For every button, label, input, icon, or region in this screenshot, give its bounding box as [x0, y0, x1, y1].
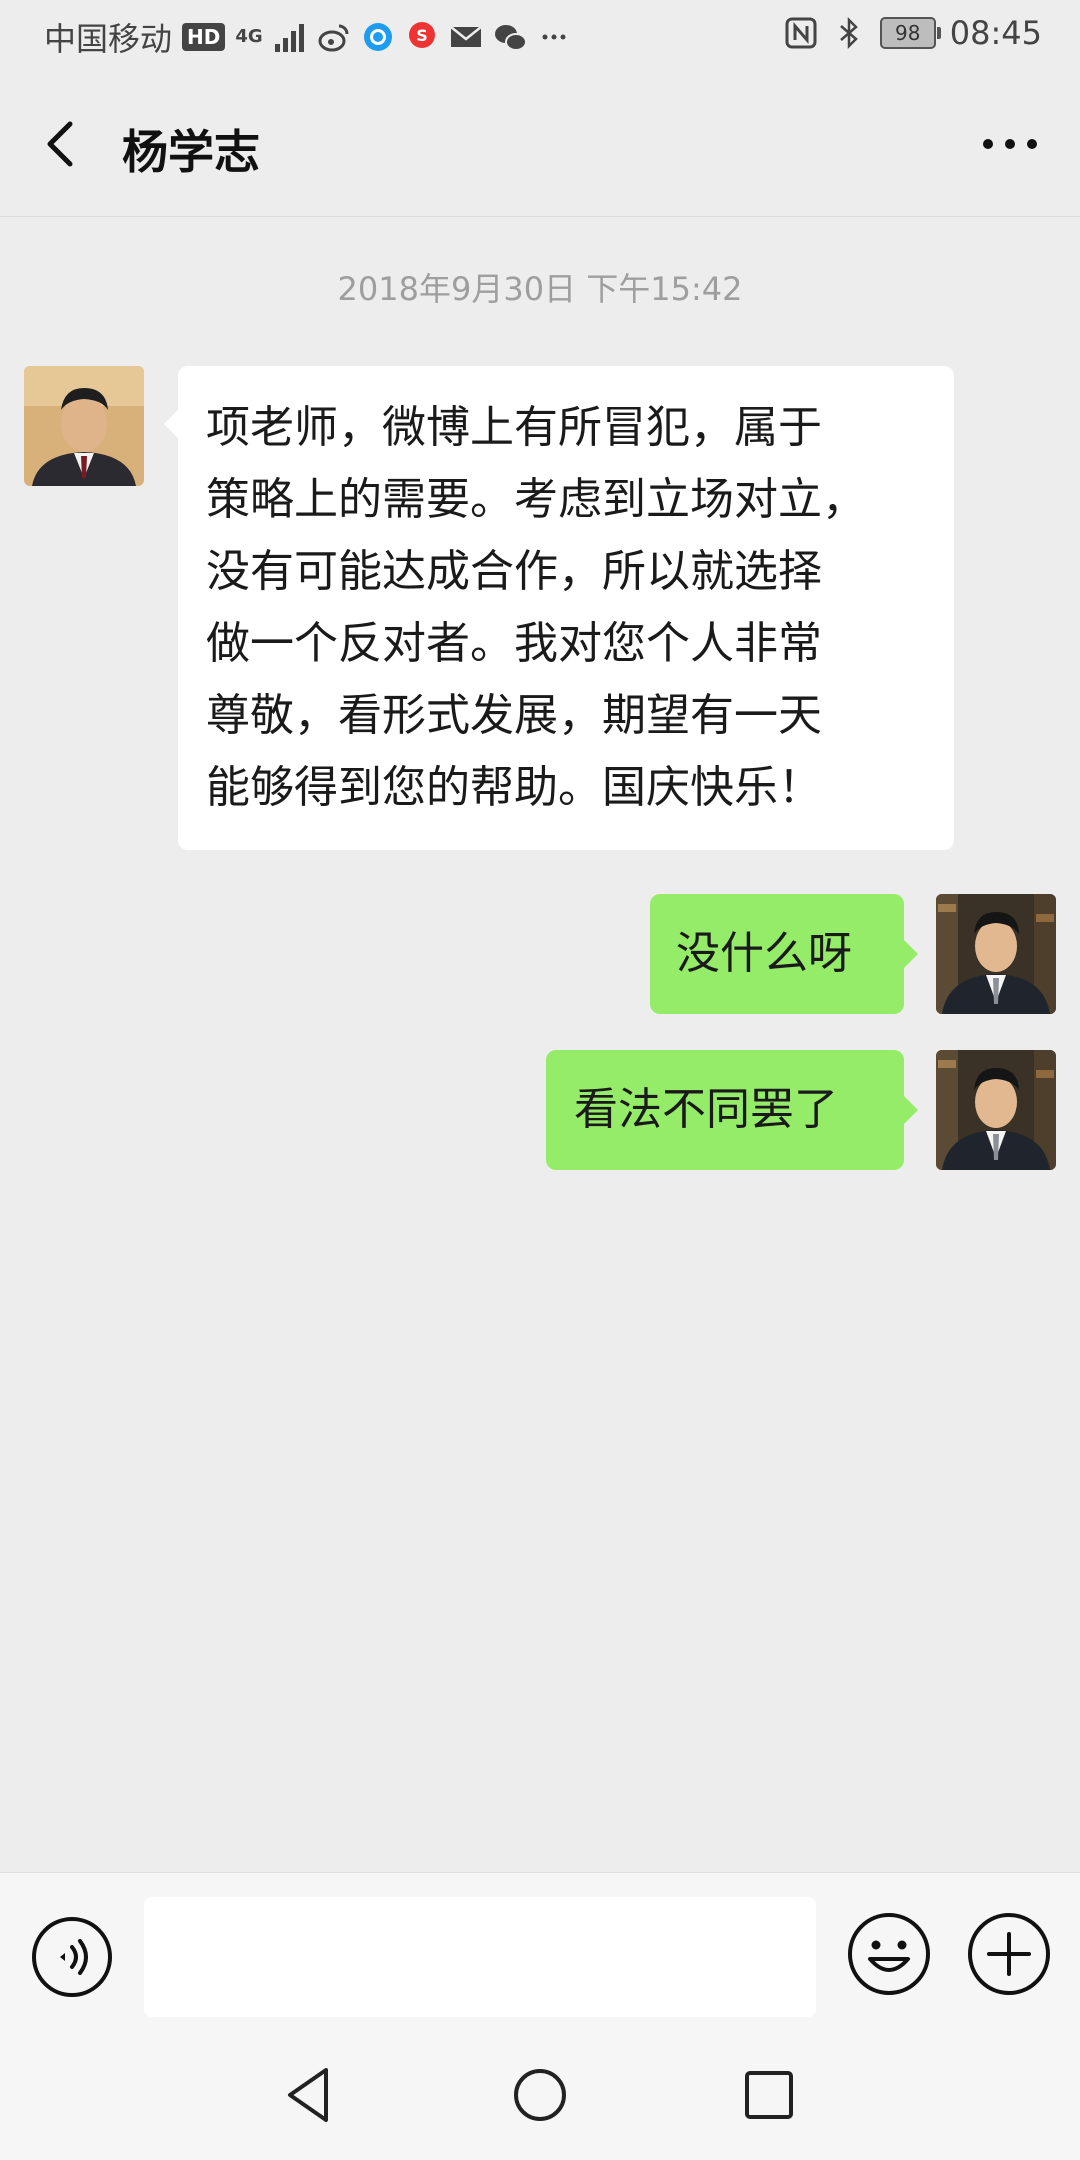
battery-level: 98 [895, 21, 921, 45]
signal-icon [274, 24, 304, 52]
message-line: 尊敬，看形式发展，期望有一天 [206, 690, 822, 741]
message-line: 策略上的需要。考虑到立场对立， [206, 474, 866, 525]
network-label: 4G [235, 26, 263, 47]
input-bar [0, 1872, 1080, 2029]
nav-back-icon[interactable] [274, 2060, 344, 2130]
back-arrow-icon[interactable] [36, 112, 96, 176]
chat-header: 杨学志 [0, 72, 1080, 217]
plus-icon[interactable] [966, 1911, 1052, 1997]
message-line: 做一个反对者。我对您个人非常 [206, 618, 822, 669]
status-bar: 中国移动 HD 4G S 98 08:45 [0, 0, 1080, 72]
nfc-icon [785, 17, 817, 49]
battery-icon: 98 [879, 17, 941, 49]
message-line: 能够得到您的帮助。国庆快乐！ [206, 762, 822, 813]
weibo-icon [318, 24, 349, 52]
wechat-icon [494, 25, 527, 51]
outgoing-message-bubble[interactable]: 看法不同罢了 [546, 1050, 918, 1170]
nav-home-icon[interactable] [505, 2060, 575, 2130]
qq-browser-icon [363, 23, 392, 51]
mail-icon [449, 26, 482, 47]
person-avatar-icon [936, 1050, 1056, 1170]
hd-badge: HD [182, 23, 226, 51]
chat-title: 杨学志 [122, 125, 260, 179]
message-input[interactable] [144, 1897, 816, 2017]
message-timestamp: 2018年9月30日 下午15:42 [337, 270, 743, 308]
nav-recents-icon[interactable] [734, 2060, 804, 2130]
system-nav-bar [0, 2028, 1080, 2160]
message-text: 看法不同罢了 [574, 1084, 838, 1135]
sogou-icon: S [408, 22, 435, 48]
message-text: 没什么呀 [676, 928, 852, 979]
message-line: 没有可能达成合作，所以就选择 [206, 546, 822, 597]
status-right: 98 08:45 [784, 14, 1042, 52]
person-avatar-icon [24, 366, 144, 486]
more-dots-icon [542, 34, 566, 40]
clock: 08:45 [949, 14, 1042, 52]
more-options-icon[interactable] [978, 120, 1042, 168]
svg-text:S: S [416, 26, 428, 45]
message-line: 项老师，微博上有所冒犯，属于 [206, 402, 822, 453]
my-avatar[interactable] [936, 1050, 1056, 1170]
incoming-message-bubble[interactable]: 项老师，微博上有所冒犯，属于 策略上的需要。考虑到立场对立， 没有可能达成合作，… [164, 366, 954, 850]
my-avatar[interactable] [936, 894, 1056, 1014]
outgoing-message-bubble[interactable]: 没什么呀 [650, 894, 918, 1014]
carrier-label: 中国移动 [44, 20, 173, 58]
person-avatar-icon [936, 894, 1056, 1014]
contact-avatar[interactable] [24, 366, 144, 486]
voice-icon[interactable] [30, 1915, 114, 1999]
emoji-icon[interactable] [846, 1911, 932, 1997]
bluetooth-icon [839, 16, 858, 50]
status-left: 中国移动 HD 4G S [44, 14, 571, 60]
